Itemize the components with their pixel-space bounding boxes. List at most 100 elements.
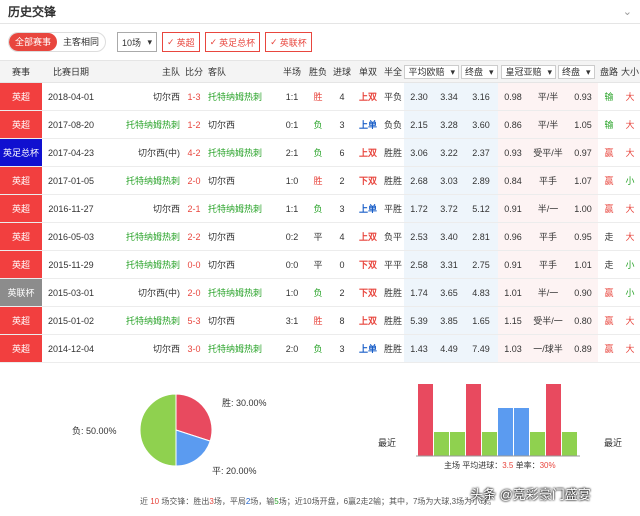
league-badge: 英超 [0, 82, 42, 111]
euro-odds-draw: 3.85 [434, 306, 464, 335]
euro-odds-draw: 3.34 [434, 82, 464, 111]
crown-odds-home: 1.01 [498, 278, 528, 307]
result-bar [418, 384, 433, 456]
league-filter-epl[interactable]: ✓ 英超 [162, 32, 200, 52]
league-badge: 英超 [0, 306, 42, 335]
table-row[interactable]: 英联杯 2015-03-01 切尔西(中) 2-0 托特纳姆热刺 1:0 负 2 下双 胜胜 1.7… [0, 278, 640, 307]
euro-odds-select[interactable]: 平均欧赔 ▾ 终盘 ▾ [404, 60, 498, 83]
away-team[interactable]: 切尔西 [206, 222, 278, 251]
chevron-down-icon[interactable]: ⌄ [623, 5, 632, 18]
euro-odds-home: 2.30 [404, 82, 434, 111]
crown-handicap: 平/半 [528, 82, 568, 111]
table-row[interactable]: 英超 2017-01-05 托特纳姆热刺 2-0 切尔西 1:0 胜 2 下双 胜胜 2.68 3.0… [0, 166, 640, 195]
away-team[interactable]: 托特纳姆热刺 [206, 278, 278, 307]
home-team[interactable]: 切尔西(中) [100, 278, 182, 307]
match-result: 负 [306, 194, 330, 223]
result-bar [546, 384, 561, 456]
handicap-result: 赢 [598, 138, 620, 167]
total-goals: 6 [330, 138, 354, 167]
home-team[interactable]: 切尔西 [100, 194, 182, 223]
match-result: 负 [306, 110, 330, 139]
half-full: 负平 [382, 222, 404, 251]
handicap-result: 输 [598, 110, 620, 139]
match-date: 2015-03-01 [42, 278, 100, 307]
table-row[interactable]: 英超 2016-05-03 托特纳姆热刺 2-2 切尔西 0:2 平 4 上双 负平 2.53 3.4… [0, 222, 640, 251]
match-score: 2-1 [182, 194, 206, 223]
league-filter-league-cup[interactable]: ✓ 英联杯 [265, 32, 312, 52]
half-full: 胜胜 [382, 306, 404, 335]
league-badge: 英超 [0, 166, 42, 195]
away-team[interactable]: 托特纳姆热刺 [206, 82, 278, 111]
euro-final-select[interactable]: 终盘 ▾ [461, 64, 498, 79]
home-team[interactable]: 托特纳姆热刺 [100, 222, 182, 251]
home-team[interactable]: 切尔西 [100, 334, 182, 363]
table-row[interactable]: 英超 2014-12-04 切尔西 3-0 托特纳姆热刺 2:0 负 3 上单 胜胜 1.43 4.4… [0, 334, 640, 363]
euro-odds-draw: 3.65 [434, 278, 464, 307]
page-title: 历史交锋 [8, 5, 57, 19]
crown-handicap: 平手 [528, 222, 568, 251]
bar-footer: 主场 平均进球：3.5 单率：30% [444, 460, 556, 471]
league-badge: 英超 [0, 222, 42, 251]
away-team[interactable]: 托特纳姆热刺 [206, 138, 278, 167]
tab-same-home-away[interactable]: 主客相同 [57, 33, 105, 51]
over-under: 大 [620, 194, 640, 223]
table-row[interactable]: 英足总杯 2017-04-23 切尔西(中) 4-2 托特纳姆热刺 2:1 负 6 上双 胜胜 3.… [0, 138, 640, 167]
away-team[interactable]: 切尔西 [206, 110, 278, 139]
summary-text: 近 [140, 497, 151, 506]
match-date: 2015-01-02 [42, 306, 100, 335]
home-team[interactable]: 切尔西 [100, 82, 182, 111]
league-badge: 英超 [0, 110, 42, 139]
away-team[interactable]: 切尔西 [206, 306, 278, 335]
handicap-result: 赢 [598, 194, 620, 223]
table-row[interactable]: 英超 2017-08-20 托特纳姆热刺 1-2 切尔西 0:1 负 3 上单 负负 2.15 3.2… [0, 110, 640, 139]
crown-odds-home: 0.98 [498, 82, 528, 111]
over-under: 小 [620, 166, 640, 195]
home-team[interactable]: 托特纳姆热刺 [100, 306, 182, 335]
handicap-result: 赢 [598, 306, 620, 335]
total-goals: 3 [330, 334, 354, 363]
home-team[interactable]: 托特纳姆热刺 [100, 250, 182, 279]
result-bar [482, 432, 497, 456]
table-row[interactable]: 英超 2016-11-27 切尔西 2-1 托特纳姆热刺 1:1 负 3 上单 平胜 1.72 3.7… [0, 194, 640, 223]
table-row[interactable]: 英超 2015-11-29 托特纳姆热刺 0-0 切尔西 0:0 平 0 下双 平平 2.58 3.3… [0, 250, 640, 279]
crown-odds-home: 0.86 [498, 110, 528, 139]
over-under: 大 [620, 138, 640, 167]
handicap-result: 赢 [598, 334, 620, 363]
euro-odds-home: 3.06 [404, 138, 434, 167]
away-team[interactable]: 托特纳姆热刺 [206, 194, 278, 223]
away-team[interactable]: 托特纳姆热刺 [206, 334, 278, 363]
over-under: 小 [620, 278, 640, 307]
away-team[interactable]: 切尔西 [206, 250, 278, 279]
col-half: 半场 [278, 60, 306, 83]
crown-odds-home: 1.15 [498, 306, 528, 335]
over-under: 大 [620, 222, 640, 251]
tab-all-matches[interactable]: 全部赛事 [9, 33, 58, 51]
summary-count: 10 [150, 497, 160, 506]
home-team[interactable]: 托特纳姆热刺 [100, 110, 182, 139]
col-pan: 盘路 [598, 60, 620, 83]
euro-odds-home: 2.53 [404, 222, 434, 251]
table-row[interactable]: 英超 2018-04-01 切尔西 1-3 托特纳姆热刺 1:1 胜 4 上双 平负 2.30 3.3… [0, 82, 640, 111]
result-bar [466, 384, 481, 456]
home-team[interactable]: 切尔西(中) [100, 138, 182, 167]
euro-odds-home: 5.39 [404, 306, 434, 335]
result-bar [514, 408, 529, 456]
euro-odds-home: 2.15 [404, 110, 434, 139]
crown-odds-select[interactable]: 皇冠亚赔 ▾ 终盘 ▾ [498, 60, 598, 83]
league-filter-fa-cup[interactable]: ✓ 英足总杯 [204, 32, 261, 52]
crown-final-select[interactable]: 终盘 ▾ [558, 64, 595, 79]
away-team[interactable]: 切尔西 [206, 166, 278, 195]
crown-odds-away: 1.01 [568, 250, 598, 279]
half-score: 1:0 [278, 166, 306, 195]
home-team[interactable]: 托特纳姆热刺 [100, 166, 182, 195]
over-under: 大 [620, 334, 640, 363]
col-league: 赛事 [0, 60, 42, 83]
table-row[interactable]: 英超 2015-01-02 托特纳姆热刺 5-3 切尔西 3:1 胜 8 上双 胜胜 5.39 3.8… [0, 306, 640, 335]
match-count-select[interactable]: 10场 ▾ [117, 32, 158, 52]
half-full: 负负 [382, 110, 404, 139]
summary-text: 场；近10场开盘，6赢2走2输；其中，7场为大球,3场为小球。 [278, 497, 497, 506]
avg-goals: 3.5 [502, 461, 514, 470]
league-badge: 英联杯 [0, 278, 42, 307]
match-score: 3-0 [182, 334, 206, 363]
crown-odds-away: 1.00 [568, 194, 598, 223]
